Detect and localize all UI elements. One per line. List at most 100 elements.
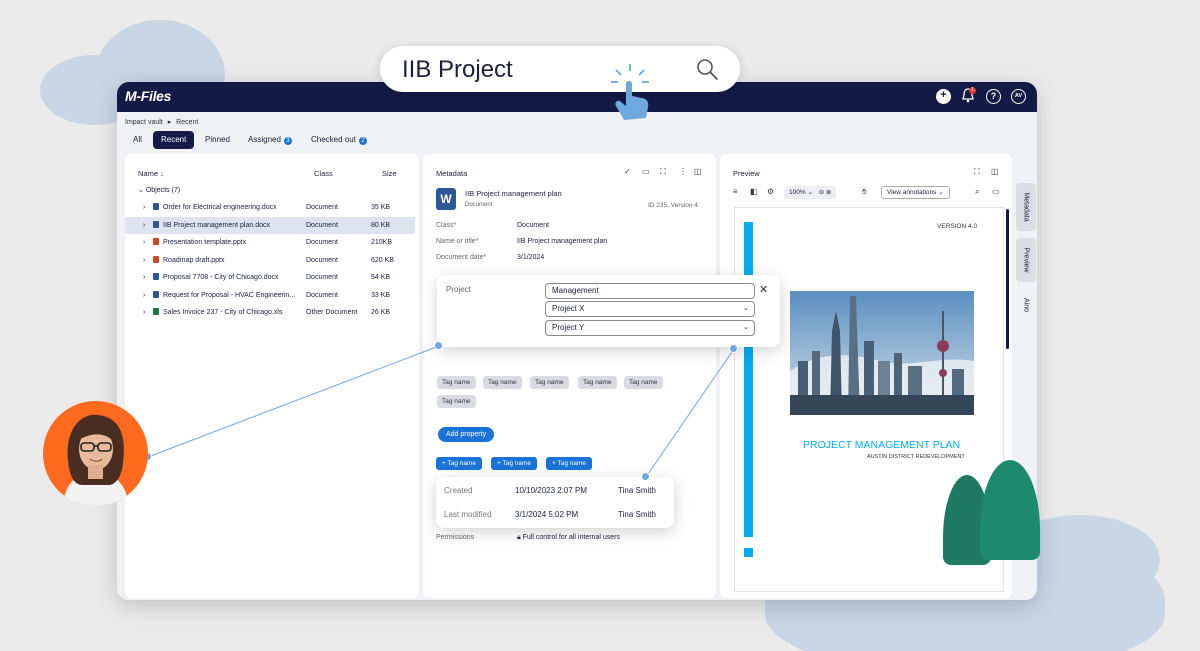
zoom-control[interactable]: 100% ⌄ ⊖ ⊕ — [784, 186, 837, 199]
avatar[interactable]: AV — [1011, 89, 1026, 104]
column-header-size[interactable]: Size — [382, 169, 397, 178]
more-icon[interactable]: ⋮ — [679, 167, 687, 176]
group-objects[interactable]: ⌄ Objects (7) — [138, 186, 180, 194]
created-date: 10/10/2023 2:07 PM — [515, 486, 588, 495]
add-tag-button[interactable]: + Tag name — [491, 457, 538, 470]
pptx-file-icon — [153, 238, 159, 245]
fullscreen-icon[interactable]: ⛶ — [974, 167, 980, 177]
check-icon[interactable]: ✓ — [624, 167, 631, 176]
page-subheading: AUSTIN DISTRICT REDEVELOPMENT — [867, 454, 965, 460]
field-label: Name or title* — [436, 238, 479, 245]
search-icon[interactable] — [695, 57, 719, 86]
tab-pinned[interactable]: Pinned — [197, 131, 238, 149]
chevron-right-icon: ▸ — [167, 119, 172, 126]
tag-chip[interactable]: Tag name — [578, 376, 617, 389]
comment-icon-2[interactable]: ▭ — [992, 187, 1000, 196]
pointer-hand-icon — [608, 62, 656, 129]
breadcrumb-vault[interactable]: Impact vault — [125, 119, 163, 126]
xls-file-icon — [153, 308, 159, 315]
column-header-name[interactable]: Name ↓ — [138, 169, 164, 178]
tag-chip[interactable]: Tag name — [437, 395, 476, 408]
view-annotations-dropdown[interactable]: View annotations ⌄ — [881, 186, 950, 199]
document-subtitle: Document — [465, 202, 493, 208]
table-row[interactable]: › Proposal 7708 - City of Chicago.docx Doc… — [125, 269, 415, 286]
word-file-icon: W — [436, 188, 456, 210]
chevron-down-icon: ⌄ — [743, 324, 749, 331]
breadcrumb-current: Recent — [176, 119, 199, 126]
side-tab-metadata[interactable]: Metadata — [1016, 183, 1036, 231]
tab-checked-out[interactable]: Checked out 2 — [303, 131, 375, 149]
tab-assigned[interactable]: Assigned 3 — [240, 131, 300, 149]
chevron-right-icon[interactable]: › — [143, 269, 145, 286]
tag-chip[interactable]: Tag name — [624, 376, 663, 389]
row-size: 35 KB — [371, 204, 391, 211]
city-skyline-image — [790, 291, 974, 415]
panel-layout-icon-2[interactable]: ◫ — [991, 167, 999, 176]
add-property-button[interactable]: Add property — [438, 427, 495, 442]
table-row[interactable]: › IIB Project management plan.docx Documen… — [125, 216, 415, 234]
field-value[interactable]: 3/1/2024 — [517, 254, 544, 261]
bell-icon[interactable]: 1 — [962, 87, 976, 103]
comment-icon[interactable]: ▭ — [642, 167, 650, 176]
zoom-in-icon[interactable]: ⊕ — [826, 189, 831, 196]
add-tag-button[interactable]: + Tag name — [546, 457, 593, 470]
tab-recent[interactable]: Recent — [153, 131, 195, 149]
row-size: 54 KB — [371, 274, 391, 281]
table-row[interactable]: › Request for Proposal - HVAC Engineerin.… — [125, 287, 415, 304]
project-label: Project — [446, 285, 471, 294]
docx-file-icon — [153, 290, 159, 298]
page-heading: PROJECT MANAGEMENT PLAN — [803, 439, 961, 451]
table-row[interactable]: › Presentation template.pptx Document 210KB — [125, 234, 415, 251]
docx-file-icon — [153, 203, 159, 210]
row-size: 33 KB — [371, 291, 391, 299]
side-tab-preview[interactable]: Preview — [1016, 238, 1036, 282]
panel-layout-icon[interactable]: ◫ — [694, 167, 702, 176]
side-tab-aino[interactable]: Aino — [1016, 289, 1036, 321]
settings-icon[interactable]: ⚙ — [767, 187, 774, 196]
field-value[interactable]: IIB Project management plan — [517, 238, 607, 245]
table-row[interactable]: › Sales Invoice 237 - City of Chicago.xls… — [125, 304, 415, 321]
chevron-right-icon[interactable]: › — [143, 304, 145, 321]
accent-bar — [744, 222, 753, 537]
sidebar-icon[interactable]: ◧ — [750, 187, 758, 196]
help-icon[interactable]: ? — [986, 89, 1001, 104]
chevron-right-icon[interactable]: › — [143, 252, 145, 269]
pan-hand-icon[interactable]: ✋︎ — [862, 187, 867, 197]
chevron-right-icon[interactable]: › — [143, 199, 145, 216]
tab-all[interactable]: All — [125, 131, 150, 149]
row-size: 620 KB — [371, 256, 394, 264]
add-tag-button[interactable]: + Tag name — [436, 457, 483, 470]
menu-icon[interactable]: ≡ — [733, 187, 738, 196]
chevron-right-icon[interactable]: › — [143, 287, 145, 304]
connector-dot-history — [641, 472, 650, 481]
expand-icon[interactable]: ⛶ — [660, 167, 666, 177]
chevron-right-icon[interactable]: › — [143, 217, 145, 234]
search-query[interactable]: IIB Project — [402, 56, 513, 84]
project-value-management[interactable]: Management — [545, 283, 755, 299]
connector-dot-preview — [729, 344, 738, 353]
column-header-class[interactable]: Class — [314, 169, 333, 178]
preview-scrollbar[interactable] — [1006, 209, 1009, 349]
chevron-down-icon: ⌄ — [807, 189, 813, 196]
field-value[interactable]: Document — [517, 222, 549, 229]
tag-chip[interactable]: Tag name — [483, 376, 522, 389]
search-bar[interactable]: IIB Project — [380, 46, 740, 92]
modified-by: Tina Smith — [618, 510, 656, 519]
add-icon[interactable]: + — [936, 89, 951, 104]
close-icon[interactable]: ✕ — [759, 283, 768, 296]
project-value-y[interactable]: Project Y ⌄ — [545, 320, 755, 336]
search-icon[interactable]: ⌕ — [975, 187, 979, 197]
row-class: Document — [306, 239, 338, 246]
project-value-x[interactable]: Project X ⌄ — [545, 301, 755, 317]
tag-chip[interactable]: Tag name — [437, 376, 476, 389]
tag-chip[interactable]: Tag name — [530, 376, 569, 389]
row-name: IIB Project management plan.docx — [153, 217, 308, 234]
row-class: Document — [306, 291, 338, 299]
permissions-value[interactable]: 🔒︎ Full control for all internal users — [517, 534, 620, 542]
mfiles-logo: M-Files — [125, 88, 172, 104]
zoom-out-icon[interactable]: ⊖ — [819, 189, 824, 196]
table-row[interactable]: › Order for Electrical engineering.docx Do… — [125, 199, 415, 216]
chevron-right-icon[interactable]: › — [143, 234, 145, 251]
pptx-file-icon — [153, 255, 159, 263]
table-row[interactable]: › Roadmap draft.pptx Document 620 KB — [125, 252, 415, 269]
